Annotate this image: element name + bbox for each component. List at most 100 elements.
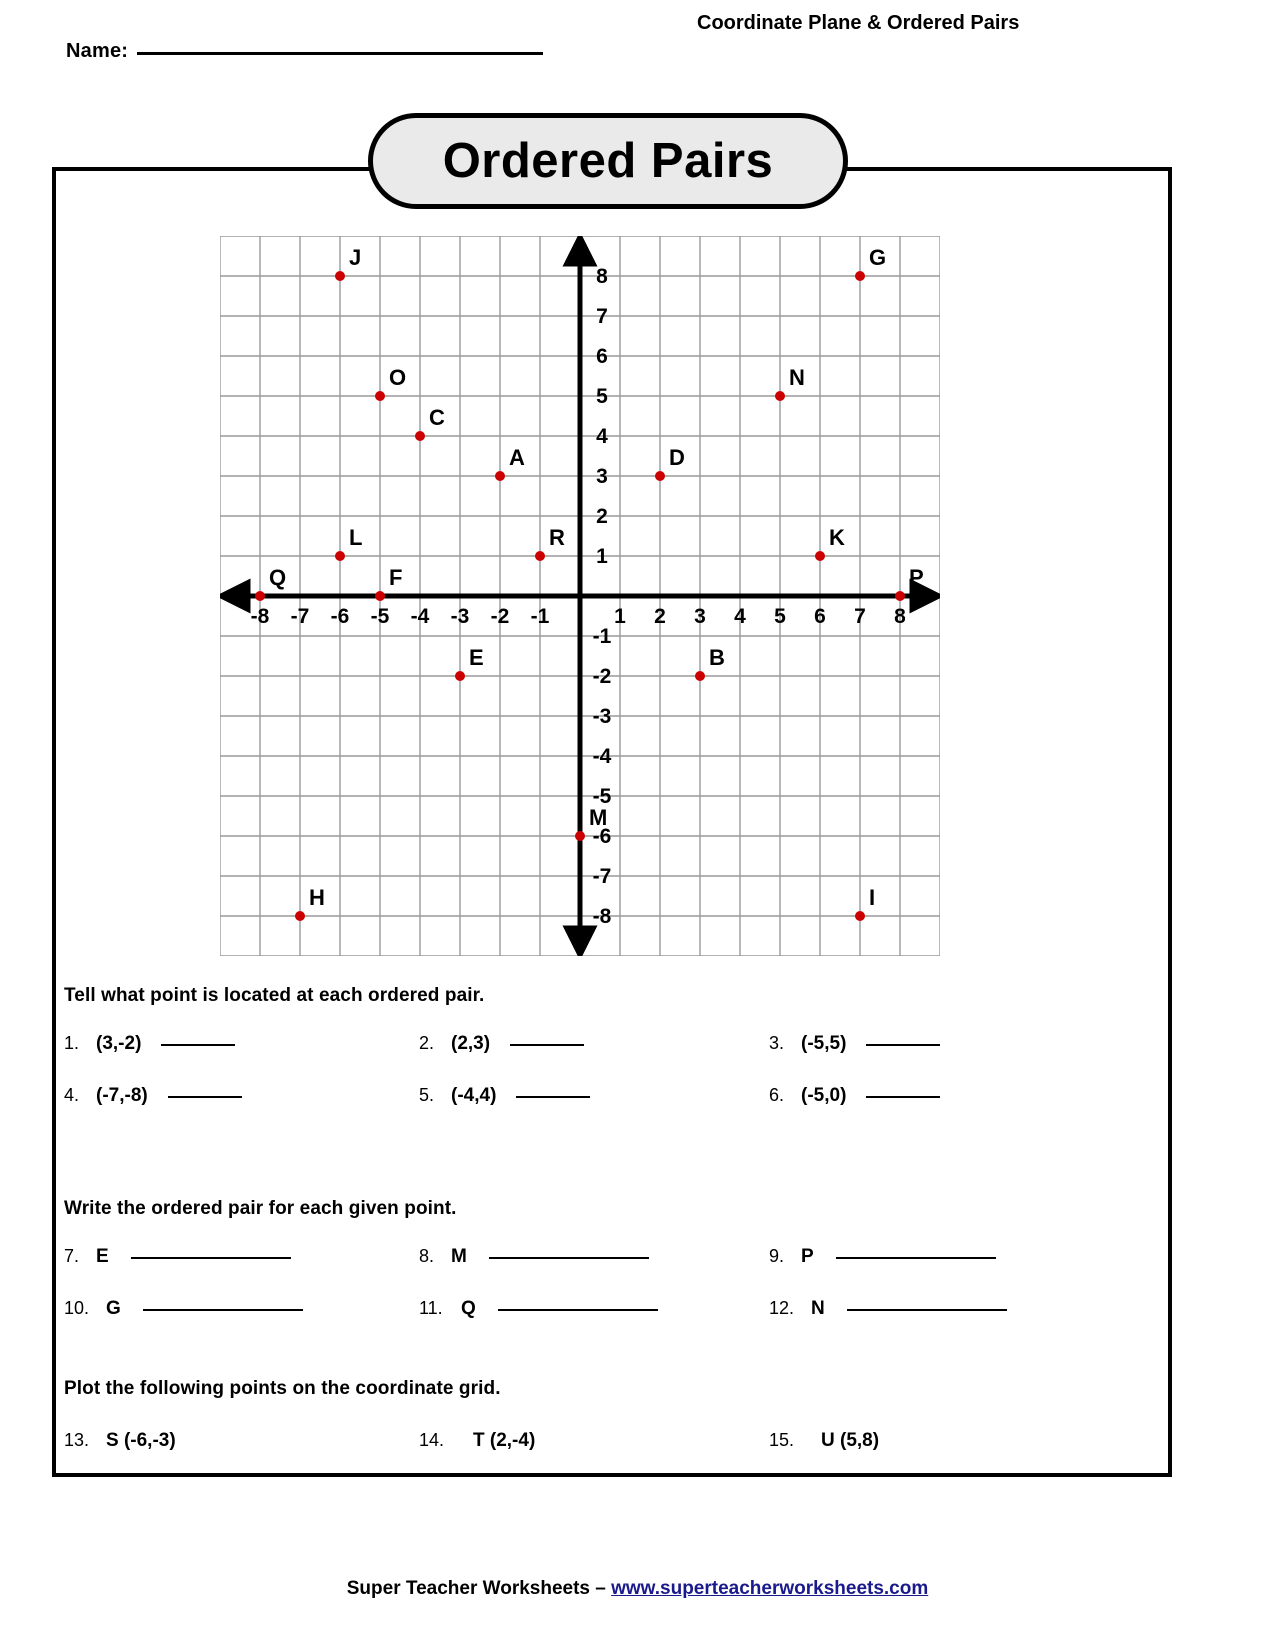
question-item[interactable]: 15. U (5,8) <box>769 1430 1074 1452</box>
y-axis-tick-label: 1 <box>596 545 608 568</box>
plotted-point-label: K <box>829 525 845 550</box>
section1-heading: Tell what point is located at each order… <box>64 985 485 1006</box>
question-item[interactable]: 1. (3,-2) <box>64 1033 419 1055</box>
question-number: 4. <box>64 1085 80 1105</box>
y-axis-tick-label: -7 <box>593 865 612 888</box>
section2-row-2: 10. G 11. Q 12. N <box>64 1298 1074 1320</box>
answer-blank[interactable] <box>130 1257 291 1259</box>
plotted-point-dot <box>815 551 825 561</box>
section1-row-2: 4. (-7,-8) 5. (-4,4) 6. (-5,0) <box>64 1085 1074 1107</box>
answer-blank[interactable] <box>497 1309 658 1311</box>
answer-blank[interactable] <box>167 1096 242 1098</box>
section-identify-points: Tell what point is located at each order… <box>64 985 1104 1107</box>
question-item[interactable]: 8. M <box>419 1246 769 1268</box>
answer-blank[interactable] <box>835 1257 996 1259</box>
question-number: 15. <box>769 1430 795 1450</box>
question-item[interactable]: 3. (-5,5) <box>769 1033 1074 1055</box>
answer-blank[interactable] <box>866 1044 941 1046</box>
x-axis-tick-label: 1 <box>614 605 626 628</box>
footer-website-link[interactable]: www.superteacherworksheets.com <box>611 1578 928 1599</box>
page-footer: Super Teacher Worksheets – www.superteac… <box>0 1578 1275 1600</box>
page-title: Ordered Pairs <box>442 134 774 188</box>
answer-blank[interactable] <box>510 1044 585 1046</box>
question-item[interactable]: 6. (-5,0) <box>769 1085 1074 1107</box>
answer-blank[interactable] <box>488 1257 649 1259</box>
y-axis-tick-label: 3 <box>596 465 608 488</box>
answer-blank[interactable] <box>516 1096 591 1098</box>
x-axis-tick-label: 2 <box>654 605 666 628</box>
question-number: 13. <box>64 1430 90 1450</box>
question-item[interactable]: 11. Q <box>419 1298 769 1320</box>
y-axis-tick-label: -1 <box>593 625 612 648</box>
question-item[interactable]: 4. (-7,-8) <box>64 1085 419 1107</box>
answer-blank[interactable] <box>866 1096 941 1098</box>
x-axis-tick-label: 3 <box>694 605 706 628</box>
x-axis-tick-label: 7 <box>854 605 866 628</box>
question-item[interactable]: 2. (2,3) <box>419 1033 769 1055</box>
coordinate-plane[interactable]: -8 -7 -6 -5 -4 -3 -2 -1 1 2 3 4 5 6 7 8 8 7 6 5 4 3 2 1 -1 -2 -3 -4… <box>220 236 940 956</box>
plotted-point-dot <box>775 391 785 401</box>
question-item[interactable]: 10. G <box>64 1298 419 1320</box>
question-number: 9. <box>769 1246 785 1266</box>
plotted-point-dot <box>335 271 345 281</box>
question-number: 1. <box>64 1033 80 1053</box>
x-axis-tick-label: 8 <box>894 605 906 628</box>
plotted-point-label: J <box>349 245 361 270</box>
plotted-point-label: R <box>549 525 565 550</box>
answer-blank[interactable] <box>161 1044 236 1046</box>
x-axis-tick-label: -6 <box>331 605 350 628</box>
plotted-point-dot <box>495 471 505 481</box>
question-number: 14. <box>419 1430 445 1450</box>
coordinate-grid-svg[interactable]: -8 -7 -6 -5 -4 -3 -2 -1 1 2 3 4 5 6 7 887654321-1-2-3-4… <box>220 236 940 956</box>
question-number: 7. <box>64 1246 80 1266</box>
y-axis-tick-label: 8 <box>596 265 608 288</box>
x-axis-tick-label: -8 <box>251 605 270 628</box>
worksheet-title-banner: Ordered Pairs <box>368 113 848 209</box>
name-field-block: Name: <box>66 40 544 63</box>
name-write-line[interactable] <box>137 52 544 55</box>
question-item[interactable]: 5. (-4,4) <box>419 1085 769 1107</box>
question-value: (-4,4) <box>451 1085 497 1106</box>
plotted-point-dot <box>375 391 385 401</box>
plotted-point-label: D <box>669 445 685 470</box>
y-axis-tick-label: -2 <box>593 665 612 688</box>
question-value: P <box>801 1246 814 1267</box>
section3-row-1: 13. S (-6,-3) 14. T (2,-4) 15. U (5,8) <box>64 1430 1074 1452</box>
y-axis-tick-label: 4 <box>596 425 608 448</box>
question-value: T (2,-4) <box>473 1430 536 1451</box>
section-plot-points: Plot the following points on the coordin… <box>64 1378 1104 1452</box>
plotted-point-dot <box>855 911 865 921</box>
x-axis-tick-label: -7 <box>291 605 310 628</box>
section-write-ordered-pairs: Write the ordered pair for each given po… <box>64 1198 1104 1320</box>
question-number: 10. <box>64 1298 90 1318</box>
plotted-point-label: P <box>909 565 924 590</box>
question-item[interactable]: 13. S (-6,-3) <box>64 1430 419 1452</box>
question-value: (-5,0) <box>801 1085 847 1106</box>
y-axis-tick-label: -8 <box>593 905 612 928</box>
answer-blank[interactable] <box>142 1309 303 1311</box>
plotted-point-label: I <box>869 885 875 910</box>
plotted-point-dot <box>895 591 905 601</box>
plotted-point-label: B <box>709 645 725 670</box>
answer-blank[interactable] <box>846 1309 1007 1311</box>
x-axis-tick-label: 5 <box>774 605 786 628</box>
y-axis-tick-label: 2 <box>596 505 608 528</box>
question-item[interactable]: 9. P <box>769 1246 1074 1268</box>
plotted-point-dot <box>575 831 585 841</box>
x-axis-tick-label: -3 <box>451 605 470 628</box>
question-value: (-5,5) <box>801 1033 847 1054</box>
plotted-point-dot <box>535 551 545 561</box>
question-item[interactable]: 12. N <box>769 1298 1074 1320</box>
plotted-point-dot <box>335 551 345 561</box>
x-axis-tick-label: 6 <box>814 605 826 628</box>
plotted-point-label: M <box>589 805 607 830</box>
section2-heading: Write the ordered pair for each given po… <box>64 1198 457 1219</box>
question-value: U (5,8) <box>821 1430 880 1451</box>
question-item[interactable]: 7. E <box>64 1246 419 1268</box>
plotted-point-label: C <box>429 405 445 430</box>
plotted-point-label: N <box>789 365 805 390</box>
y-axis-tick-label: 6 <box>596 345 608 368</box>
question-number: 3. <box>769 1033 785 1053</box>
question-item[interactable]: 14. T (2,-4) <box>419 1430 769 1452</box>
question-value: (2,3) <box>451 1033 491 1054</box>
